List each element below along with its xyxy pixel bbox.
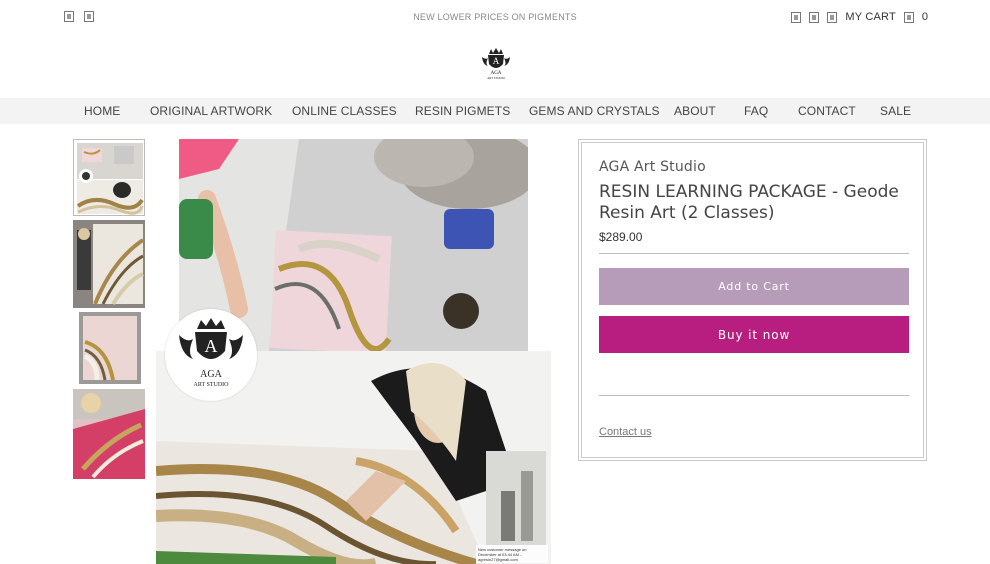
product-thumbnail[interactable] [73,139,145,216]
nav-about[interactable]: ABOUT [674,104,716,118]
product-vendor[interactable]: AGA Art Studio [599,159,706,175]
site-logo[interactable]: A AGA ART STUDIO [479,46,513,80]
brand-badge: A AGA ART STUDIO [165,309,257,401]
add-to-cart-button[interactable]: Add to Cart [599,268,909,305]
logo-letter: A [493,56,500,66]
product-title: RESIN LEARNING PACKAGE - Geode Resin Art… [599,182,899,223]
header-utilities: MY CART 0 [791,11,928,23]
image-caption: New customer message on December at 03:4… [476,545,548,563]
nav-contact[interactable]: CONTACT [798,104,856,118]
nav-faq[interactable]: FAQ [744,104,768,118]
nav-original-artwork[interactable]: ORIGINAL ARTWORK [150,104,272,118]
nav-resin-pigments[interactable]: RESIN PIGMETS [415,104,510,118]
badge-letter: A [205,336,218,356]
buy-now-button[interactable]: Buy it now [599,316,909,353]
top-bar: NEW LOWER PRICES ON PIGMENTS MY CART 0 [0,0,990,40]
product-thumbnail[interactable] [73,220,145,308]
product-thumbnail[interactable] [73,389,145,479]
nav-sale[interactable]: SALE [880,104,911,118]
cart-link[interactable]: MY CART [845,11,896,23]
search-icon[interactable] [809,11,820,23]
product-info-panel: AGA Art Studio RESIN LEARNING PACKAGE - … [578,139,927,461]
badge-sub: ART STUDIO [193,382,229,388]
divider [599,253,909,254]
menu-icon[interactable] [827,11,838,23]
badge-brand: AGA [200,369,222,380]
product-thumbnail[interactable] [79,312,141,384]
divider [599,395,909,396]
contact-us-link[interactable]: Contact us [599,426,652,438]
logo-sub: ART STUDIO [487,76,505,80]
nav-gems-and-crystals[interactable]: GEMS AND CRYSTALS [529,104,660,118]
nav-online-classes[interactable]: ONLINE CLASSES [292,104,397,118]
product-price: $289.00 [599,230,643,244]
cart-count: 0 [921,11,928,23]
cart-icon[interactable] [903,11,914,23]
main-nav: HOME ORIGINAL ARTWORK ONLINE CLASSES RES… [0,98,990,124]
nav-home[interactable]: HOME [84,104,120,118]
account-icon[interactable] [791,11,802,23]
